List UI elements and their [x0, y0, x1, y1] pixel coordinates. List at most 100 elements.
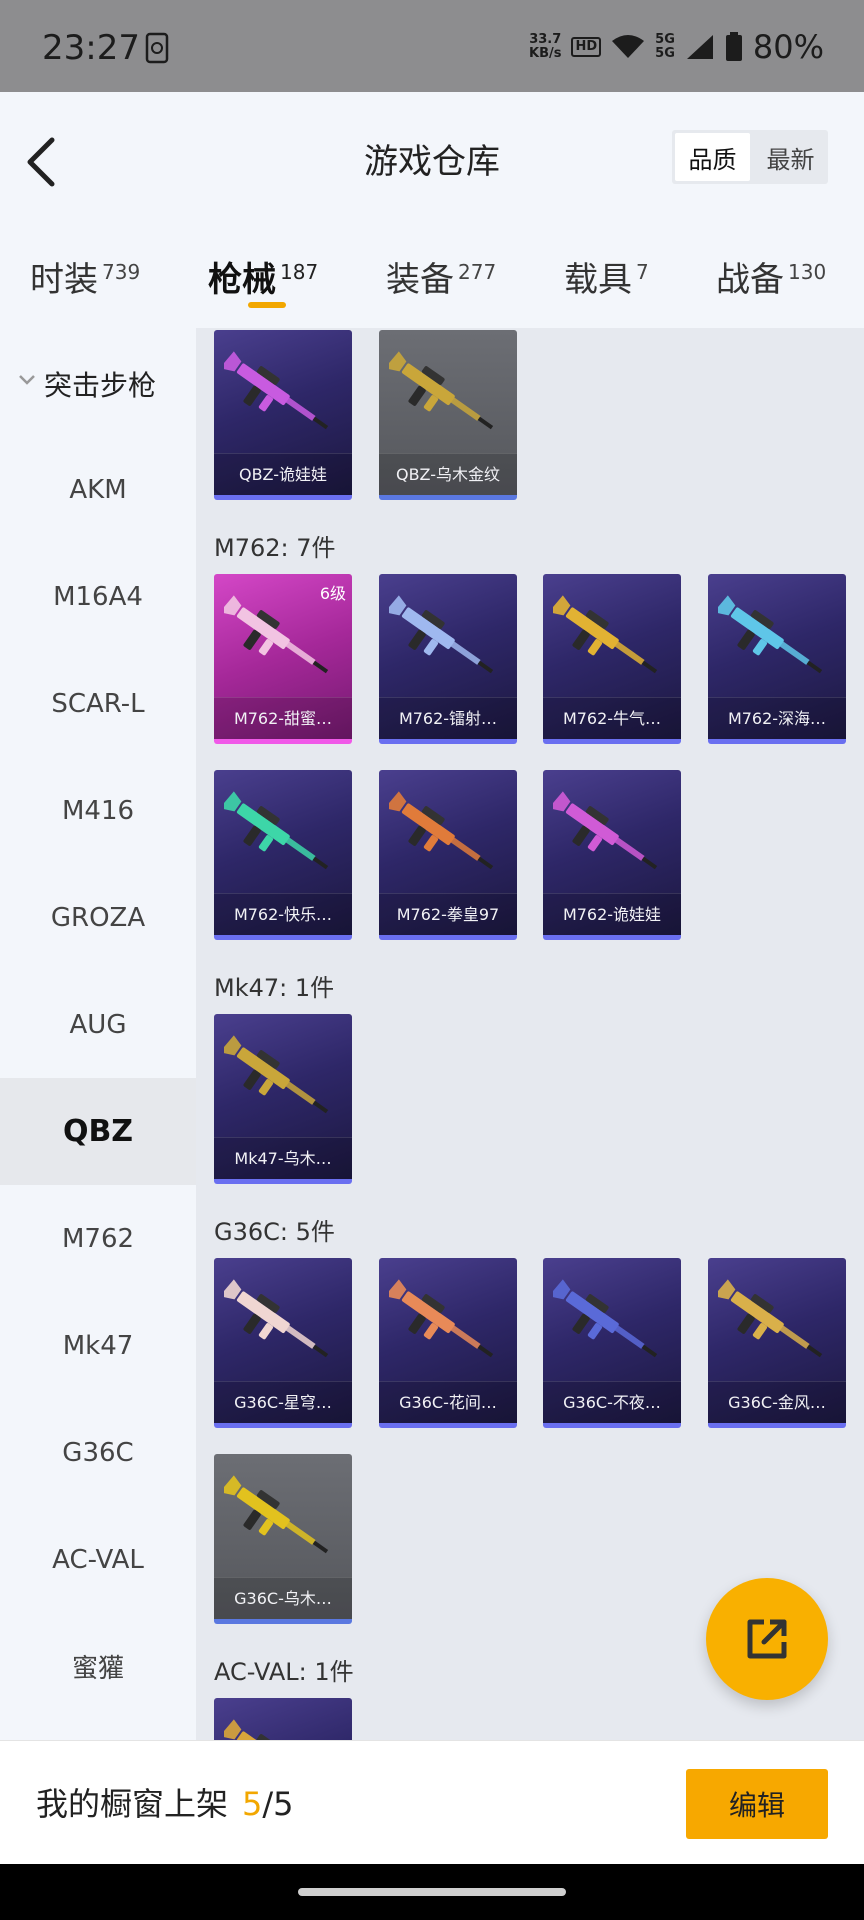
sidebar-item-m762[interactable]: M762 [0, 1185, 196, 1292]
signal-labels: 5G 5G [655, 33, 675, 61]
tab-vehicles[interactable]: 载具 7 [564, 252, 649, 301]
sidebar-item-scar-l[interactable]: SCAR-L [0, 650, 196, 757]
gun-skin-icon [718, 1279, 823, 1358]
skin-card[interactable]: M762-快乐… [214, 770, 352, 940]
skin-name: M762-诡娃娃 [543, 893, 681, 935]
gun-skin-icon [224, 351, 329, 430]
share-icon [747, 1619, 787, 1659]
skin-card[interactable]: QBZ-诡娃娃 [214, 330, 352, 500]
skin-card[interactable]: M762-镭射… [379, 574, 517, 744]
sidebar-item-honey-badger[interactable]: 蜜獾 [0, 1613, 196, 1720]
sidebar-item-groza[interactable]: GROZA [0, 864, 196, 971]
gun-skin-icon [224, 595, 329, 674]
share-button[interactable] [706, 1578, 828, 1700]
showcase-label: 我的橱窗上架 [36, 1785, 229, 1823]
skin-name: M762-深海… [708, 697, 846, 739]
sidebar-item-mk47[interactable]: Mk47 [0, 1292, 196, 1399]
gun-skin-icon [389, 595, 494, 674]
skin-name: QBZ-乌木金纹 [379, 453, 517, 495]
gun-skin-icon [553, 1279, 658, 1358]
skin-name: M762-牛气… [543, 697, 681, 739]
sort-toggle: 品质 最新 [672, 130, 828, 184]
skin-card[interactable]: M762-拳皇97 [379, 770, 517, 940]
battery-icon [725, 32, 742, 61]
gun-skin-icon [224, 1035, 329, 1114]
sidebar-group-assault-rifles[interactable]: 突击步枪 [0, 352, 196, 412]
weapon-sidebar: 突击步枪 AKM M16A4 SCAR-L M416 GROZA AUG QBZ… [0, 328, 196, 1740]
gun-skin-icon [553, 595, 658, 674]
skin-card[interactable]: M762-深海… [708, 574, 846, 744]
skin-name: G36C-花间… [379, 1381, 517, 1423]
gun-skin-icon [224, 1475, 329, 1554]
skin-name: G36C-乌木… [214, 1577, 352, 1619]
sidebar-item-ac-val[interactable]: AC-VAL [0, 1506, 196, 1613]
system-nav-bar [0, 1864, 864, 1920]
tab-label: 战备 [716, 260, 784, 300]
showcase-used-count: 5 [242, 1785, 263, 1823]
sort-latest-button[interactable]: 最新 [753, 130, 828, 184]
sidebar-item-aug[interactable]: AUG [0, 971, 196, 1078]
status-time: 23:27 [42, 28, 140, 68]
tab-count: 739 [102, 259, 141, 284]
gun-skin-icon [718, 595, 823, 674]
gun-skin-icon [224, 1279, 329, 1358]
skin-card[interactable]: G36C-乌木… [214, 1454, 352, 1624]
skin-name: G36C-不夜… [543, 1381, 681, 1423]
skin-card[interactable]: QBZ-乌木金纹 [379, 330, 517, 500]
skin-name: M762-拳皇97 [379, 893, 517, 935]
gun-skin-icon [389, 791, 494, 870]
tab-count: 7 [636, 259, 649, 284]
chevron-down-icon [19, 375, 35, 385]
skin-name: M762-镭射… [379, 697, 517, 739]
net-speed: 33.7 KB/s [529, 33, 561, 61]
tab-count: 277 [458, 259, 497, 284]
tab-equipment[interactable]: 装备 277 [386, 252, 496, 301]
skin-card[interactable]: 6级 M762-甜蜜… [214, 574, 352, 744]
gun-skin-icon [224, 791, 329, 870]
edit-button[interactable]: 编辑 [686, 1769, 828, 1839]
skin-level-badge: 6级 [319, 584, 346, 603]
section-label: Mk47: 1件 [214, 974, 335, 1002]
net-speed-value: 33.7 [529, 32, 562, 47]
skin-card[interactable]: M762-诡娃娃 [543, 770, 681, 940]
skin-name: QBZ-诡娃娃 [214, 453, 352, 495]
sidebar-item-m416[interactable]: M416 [0, 757, 196, 864]
gesture-handle[interactable] [298, 1888, 566, 1896]
skin-card[interactable]: G36C-金风… [708, 1258, 846, 1428]
section-label: AC-VAL: 1件 [214, 1658, 354, 1686]
signal-label-1: 5G [655, 32, 675, 47]
gun-skin-icon [389, 1279, 494, 1358]
skin-card[interactable]: G36C-不夜… [543, 1258, 681, 1428]
status-bar: 23:27 33.7 KB/s HD 5G 5G 80% [0, 0, 864, 92]
tab-supplies[interactable]: 战备 130 [716, 252, 826, 301]
hd-badge-icon: HD [571, 37, 602, 57]
tab-fashion[interactable]: 时装 739 [30, 252, 140, 301]
showcase-total: /5 [262, 1785, 294, 1823]
skin-name: Mk47-乌木… [214, 1137, 352, 1179]
header: 游戏仓库 品质 最新 [0, 92, 864, 222]
tab-count: 187 [280, 259, 319, 284]
skin-card[interactable] [214, 1698, 352, 1740]
tab-label: 时装 [30, 260, 98, 300]
skin-name: G36C-金风… [708, 1381, 846, 1423]
skin-name: M762-甜蜜… [214, 697, 352, 739]
sidebar-item-akm[interactable]: AKM [0, 436, 196, 543]
sort-quality-button[interactable]: 品质 [675, 133, 750, 181]
section-label: M762: 7件 [214, 534, 336, 562]
sidebar-item-g36c[interactable]: G36C [0, 1399, 196, 1506]
sidebar-item-qbz[interactable]: QBZ [0, 1078, 196, 1185]
skin-card[interactable]: G36C-星穹… [214, 1258, 352, 1428]
skin-card[interactable]: Mk47-乌木… [214, 1014, 352, 1184]
section-label: G36C: 5件 [214, 1218, 335, 1246]
showcase-bar: 我的橱窗上架 5/5 编辑 [0, 1740, 864, 1864]
sidebar-item-m16a4[interactable]: M16A4 [0, 543, 196, 650]
tab-guns[interactable]: 枪械 187 [208, 252, 318, 301]
skin-card[interactable]: M762-牛气… [543, 574, 681, 744]
wifi-icon [612, 35, 645, 58]
net-speed-unit: KB/s [529, 46, 562, 61]
battery-level: 80% [752, 28, 824, 66]
gun-skin-icon [389, 351, 494, 430]
skin-card[interactable]: G36C-花间… [379, 1258, 517, 1428]
tab-label: 装备 [386, 260, 454, 300]
tab-label: 载具 [564, 260, 632, 300]
